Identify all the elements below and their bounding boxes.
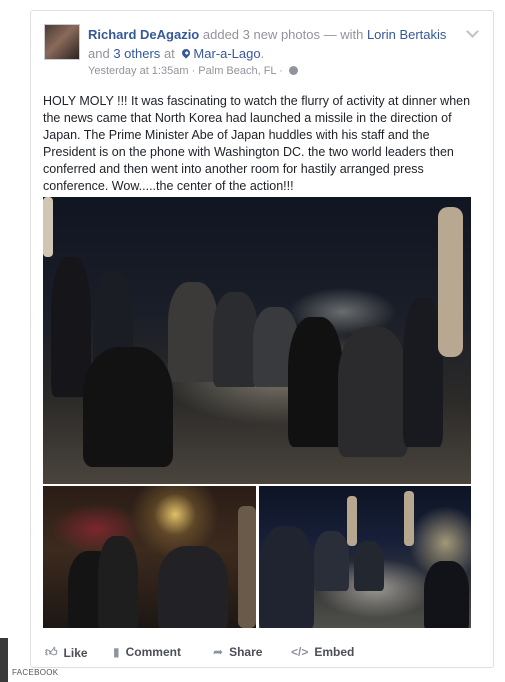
embed-button[interactable]: </> Embed xyxy=(291,645,354,659)
photo-figure xyxy=(98,536,138,628)
comment-button[interactable]: ▮ Comment xyxy=(113,645,181,659)
meta-separator: · xyxy=(191,65,196,77)
post-actions-bar: 👍︎ Like ▮ Comment ➦ Share </> Embed xyxy=(31,641,495,667)
place-link[interactable]: Palm Beach, FL xyxy=(198,65,276,77)
at-text: at xyxy=(163,46,175,61)
photo-figure xyxy=(288,317,343,447)
map-pin-icon xyxy=(180,47,193,59)
photo-figure xyxy=(404,491,414,546)
photo-figure xyxy=(168,282,218,382)
speech-bubble-icon: ▮ xyxy=(113,645,120,659)
share-arrow-icon: ➦ xyxy=(213,645,224,659)
photo-figure xyxy=(213,292,258,387)
photo-figure xyxy=(403,297,443,447)
like-button[interactable]: 👍︎ Like xyxy=(45,645,88,660)
others-link[interactable]: 3 others xyxy=(113,46,160,61)
photo-figure xyxy=(338,327,408,457)
share-label: Share xyxy=(229,645,263,659)
code-icon: </> xyxy=(291,645,309,659)
photo-figure xyxy=(158,546,228,628)
photo-figure xyxy=(424,561,469,628)
photo-figure xyxy=(347,496,357,546)
photo-figure xyxy=(259,526,314,628)
author-name-link[interactable]: Richard DeAgazio xyxy=(88,27,199,42)
photo-secondary-1[interactable] xyxy=(43,486,256,628)
photo-figure xyxy=(438,207,463,357)
photo-figure xyxy=(314,531,349,591)
facebook-post-card: Richard DeAgazio added 3 new photos — wi… xyxy=(30,10,494,668)
photo-figure xyxy=(238,506,256,628)
thumbs-up-icon: 👍︎ xyxy=(45,645,58,659)
post-header: Richard DeAgazio added 3 new photos — wi… xyxy=(88,25,458,63)
photo-main[interactable] xyxy=(43,197,471,484)
like-label: Like xyxy=(63,645,88,660)
page: Richard DeAgazio added 3 new photos — wi… xyxy=(0,0,505,682)
globe-icon[interactable] xyxy=(288,66,298,75)
author-avatar[interactable] xyxy=(44,24,80,60)
footer-source-label: FACEBOOK xyxy=(12,668,59,677)
left-edge-bar xyxy=(0,638,8,682)
header-period: . xyxy=(260,46,265,61)
location-link[interactable]: Mar-a-Lago xyxy=(193,46,260,61)
share-button[interactable]: ➦ Share xyxy=(213,645,262,659)
chevron-down-icon[interactable] xyxy=(466,25,479,38)
comment-label: Comment xyxy=(125,645,181,659)
photo-figure xyxy=(354,541,384,591)
embed-label: Embed xyxy=(314,645,355,659)
post-body-text: HOLY MOLY !!! It was fascinating to watc… xyxy=(43,94,471,193)
photo-figure xyxy=(83,347,173,467)
photo-figure xyxy=(43,197,53,257)
post-meta: Yesterday at 1:35am · Palm Beach, FL · xyxy=(88,65,298,77)
tagged-person-link[interactable]: Lorin Bertakis xyxy=(367,27,446,42)
meta-separator-2: · xyxy=(279,65,283,77)
action-text: added 3 new photos — with xyxy=(202,27,364,42)
photo-secondary-2[interactable] xyxy=(259,486,471,628)
timestamp-link[interactable]: Yesterday at 1:35am xyxy=(88,65,189,77)
and-text: and xyxy=(88,46,110,61)
